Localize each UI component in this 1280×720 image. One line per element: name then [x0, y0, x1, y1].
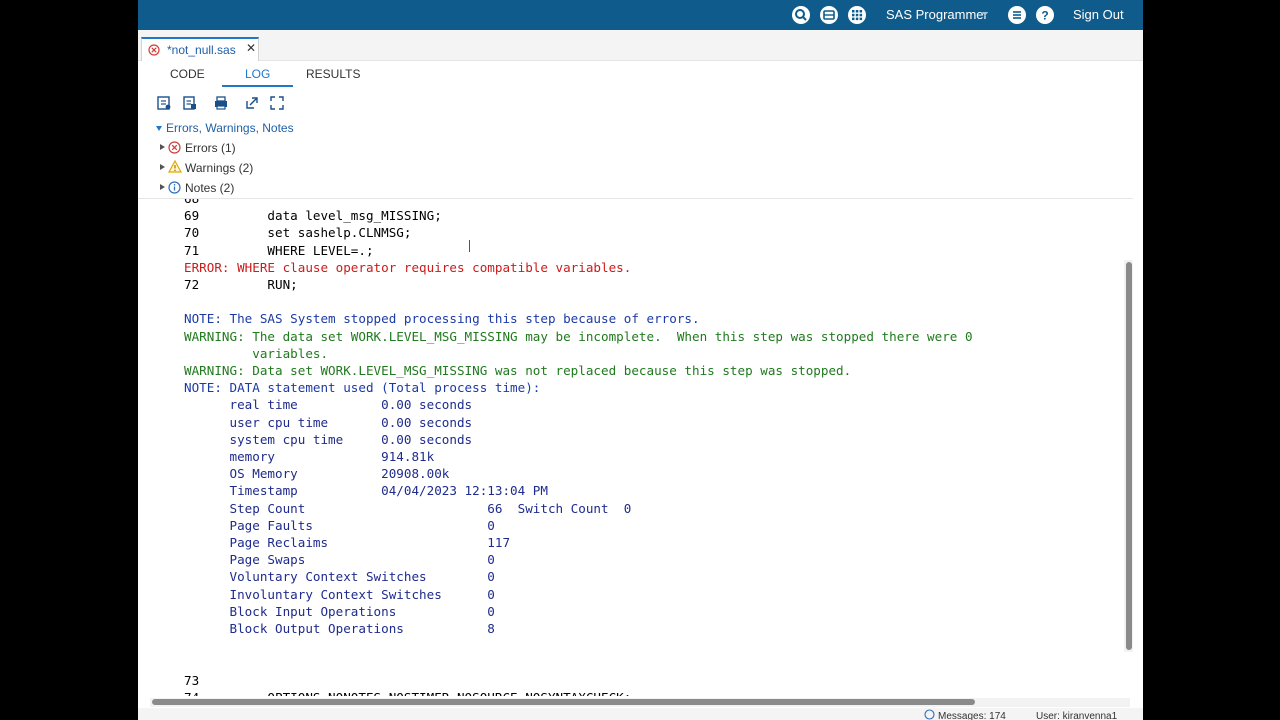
log-line: variables. [184, 345, 329, 361]
log-line: ERROR: WHERE clause operator requires co… [184, 259, 632, 275]
log-line: NOTE: The SAS System stopped processing … [184, 311, 700, 327]
error-circle-icon [168, 141, 181, 157]
tree-item-notes[interactable]: Notes (2) [185, 181, 234, 195]
search-icon[interactable] [792, 6, 810, 24]
log-output[interactable]: 68 69 data level_msg_MISSING; 70 set sas… [138, 199, 1126, 696]
tab-results[interactable]: RESULTS [306, 67, 360, 81]
messages-count[interactable]: Messages: 174 [938, 711, 1006, 720]
error-circle-icon [148, 43, 160, 61]
log-toolbar [138, 90, 1143, 116]
log-line: Involuntary Context Switches 0 [184, 586, 495, 602]
save-log-icon[interactable] [157, 96, 171, 110]
log-line: Voluntary Context Switches 0 [184, 569, 495, 585]
tab-log[interactable]: LOG [245, 67, 270, 81]
log-line: 69 data level_msg_MISSING; [184, 208, 442, 224]
log-line: Step Count 66 Switch Count 0 [184, 500, 632, 516]
svg-text:?: ? [1041, 9, 1048, 23]
top-bar: SAS Programmer ? Sign Out [138, 0, 1143, 30]
log-line: Page Swaps 0 [184, 552, 495, 568]
close-icon[interactable]: ✕ [246, 41, 256, 55]
sign-out-link[interactable]: Sign Out [1073, 7, 1124, 22]
info-circle-icon [168, 181, 181, 197]
collapsed-caret-icon[interactable] [160, 184, 165, 190]
log-line: Block Output Operations 8 [184, 621, 495, 637]
warning-triangle-icon [167, 159, 183, 176]
log-line: Page Faults 0 [184, 517, 495, 533]
menu-list-icon[interactable] [1008, 6, 1026, 24]
tab-code[interactable]: CODE [170, 67, 205, 81]
log-line: 73 [184, 672, 200, 688]
sas-studio-window: SAS Programmer ? Sign Out *not_null.sas … [138, 0, 1143, 720]
role-menu[interactable]: SAS Programmer [886, 7, 988, 22]
messages-tree: Errors, Warnings, Notes Errors (1) Warni… [138, 118, 1143, 198]
expanded-caret-icon[interactable] [156, 126, 162, 131]
log-line: user cpu time 0.00 seconds [184, 414, 473, 430]
log-line: WARNING: Data set WORK.LEVEL_MSG_MISSING… [184, 363, 852, 379]
log-line: WARNING: The data set WORK.LEVEL_MSG_MIS… [184, 328, 973, 344]
user-label: User: kiranvenna1 [1036, 711, 1118, 720]
apps-grid-icon[interactable] [848, 6, 866, 24]
collapsed-caret-icon[interactable] [160, 164, 165, 170]
log-line: Page Reclaims 117 [184, 535, 511, 551]
help-icon[interactable]: ? [1036, 6, 1054, 24]
file-tab-name: *not_null.sas [167, 43, 236, 57]
log-line: 68 [184, 199, 199, 206]
file-tab[interactable]: *not_null.sas ✕ [141, 37, 259, 61]
print-icon[interactable] [214, 96, 228, 110]
maximize-icon[interactable] [270, 96, 284, 110]
log-line: NOTE: DATA statement used (Total process… [184, 380, 541, 396]
sub-tab-bar: CODE LOG RESULTS [138, 61, 1143, 88]
log-line: 71 WHERE LEVEL=.; [184, 242, 374, 258]
log-line: Timestamp 04/04/2023 12:13:04 PM [184, 483, 548, 499]
log-line: real time 0.00 seconds [184, 397, 473, 413]
status-bar: Messages: 174 User: kiranvenna1 [138, 708, 1143, 720]
tree-item-warnings[interactable]: Warnings (2) [185, 161, 253, 175]
log-line: system cpu time 0.00 seconds [184, 431, 473, 447]
file-tab-strip [138, 30, 1143, 61]
popout-icon[interactable] [245, 96, 259, 110]
copy-log-icon[interactable] [183, 96, 197, 110]
log-line: Block Input Operations 0 [184, 603, 495, 619]
tree-item-errors[interactable]: Errors (1) [185, 141, 236, 155]
drive-icon[interactable] [820, 6, 838, 24]
tree-root-label[interactable]: Errors, Warnings, Notes [166, 121, 294, 135]
collapsed-caret-icon[interactable] [160, 144, 165, 150]
vertical-scrollbar-thumb[interactable] [1126, 262, 1132, 650]
text-cursor [469, 240, 470, 252]
log-line: 70 set sashelp.CLNMSG; [184, 225, 412, 241]
chevron-down-icon [982, 12, 988, 16]
log-line: OS Memory 20908.00k [184, 466, 450, 482]
log-line: 74 OPTIONS NONOTES NOSTIMER NOSOURCE NOS… [184, 690, 631, 696]
horizontal-scrollbar-thumb[interactable] [152, 699, 975, 705]
info-circle-icon [924, 709, 935, 720]
log-line: 72 RUN; [184, 277, 298, 293]
log-line: memory 914.81k [184, 449, 435, 465]
log-text: 68 69 data level_msg_MISSING; 70 set sas… [184, 199, 973, 696]
active-tab-indicator [222, 85, 293, 87]
